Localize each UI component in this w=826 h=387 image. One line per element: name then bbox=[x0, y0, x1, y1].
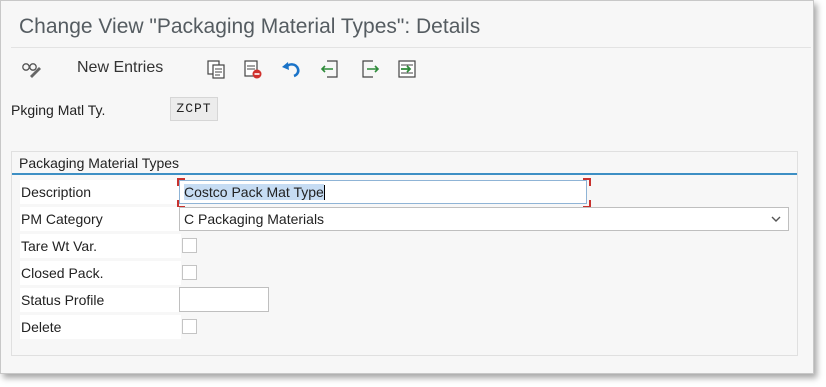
status-profile-input[interactable] bbox=[179, 287, 269, 312]
text-caret bbox=[323, 185, 325, 200]
new-entries-button[interactable]: New Entries bbox=[77, 59, 163, 77]
status-profile-label: Status Profile bbox=[20, 288, 181, 312]
description-input[interactable]: Costco Pack Mat Type bbox=[179, 180, 587, 204]
page-title: Change View "Packaging Material Types": … bbox=[19, 15, 481, 38]
description-label: Description bbox=[20, 180, 181, 204]
group-title: Packaging Material Types bbox=[19, 155, 180, 171]
packaging-material-types-group: Packaging Material Types Description Cos… bbox=[11, 151, 798, 356]
packaging-material-type-key: ZCPT bbox=[170, 97, 218, 121]
previous-entry-icon[interactable] bbox=[319, 58, 341, 80]
copy-icon[interactable] bbox=[205, 58, 227, 80]
delete-label: Delete bbox=[20, 315, 181, 339]
tare-wt-var-checkbox[interactable] bbox=[182, 238, 197, 253]
toolbar: New Entries bbox=[11, 47, 811, 88]
pm-category-value: C Packaging Materials bbox=[184, 211, 325, 227]
key-label: Pkging Matl Ty. bbox=[11, 102, 106, 118]
display-change-icon[interactable] bbox=[21, 58, 43, 80]
error-corner-tr bbox=[583, 178, 591, 186]
delete-icon[interactable] bbox=[242, 58, 264, 80]
error-corner-tl bbox=[177, 178, 185, 186]
closed-pack-label: Closed Pack. bbox=[20, 261, 181, 285]
sap-window: Change View "Packaging Material Types": … bbox=[0, 0, 814, 374]
group-divider bbox=[12, 173, 797, 175]
pm-category-label: PM Category bbox=[20, 207, 181, 231]
select-icon[interactable] bbox=[396, 58, 418, 80]
next-entry-icon[interactable] bbox=[359, 58, 381, 80]
tare-wt-var-label: Tare Wt Var. bbox=[20, 234, 181, 258]
delete-checkbox[interactable] bbox=[182, 319, 197, 334]
pm-category-select[interactable]: C Packaging Materials bbox=[179, 207, 789, 231]
chevron-down-icon[interactable] bbox=[770, 208, 782, 236]
undo-icon[interactable] bbox=[280, 58, 302, 80]
description-value: Costco Pack Mat Type bbox=[184, 184, 324, 200]
closed-pack-checkbox[interactable] bbox=[182, 265, 197, 280]
